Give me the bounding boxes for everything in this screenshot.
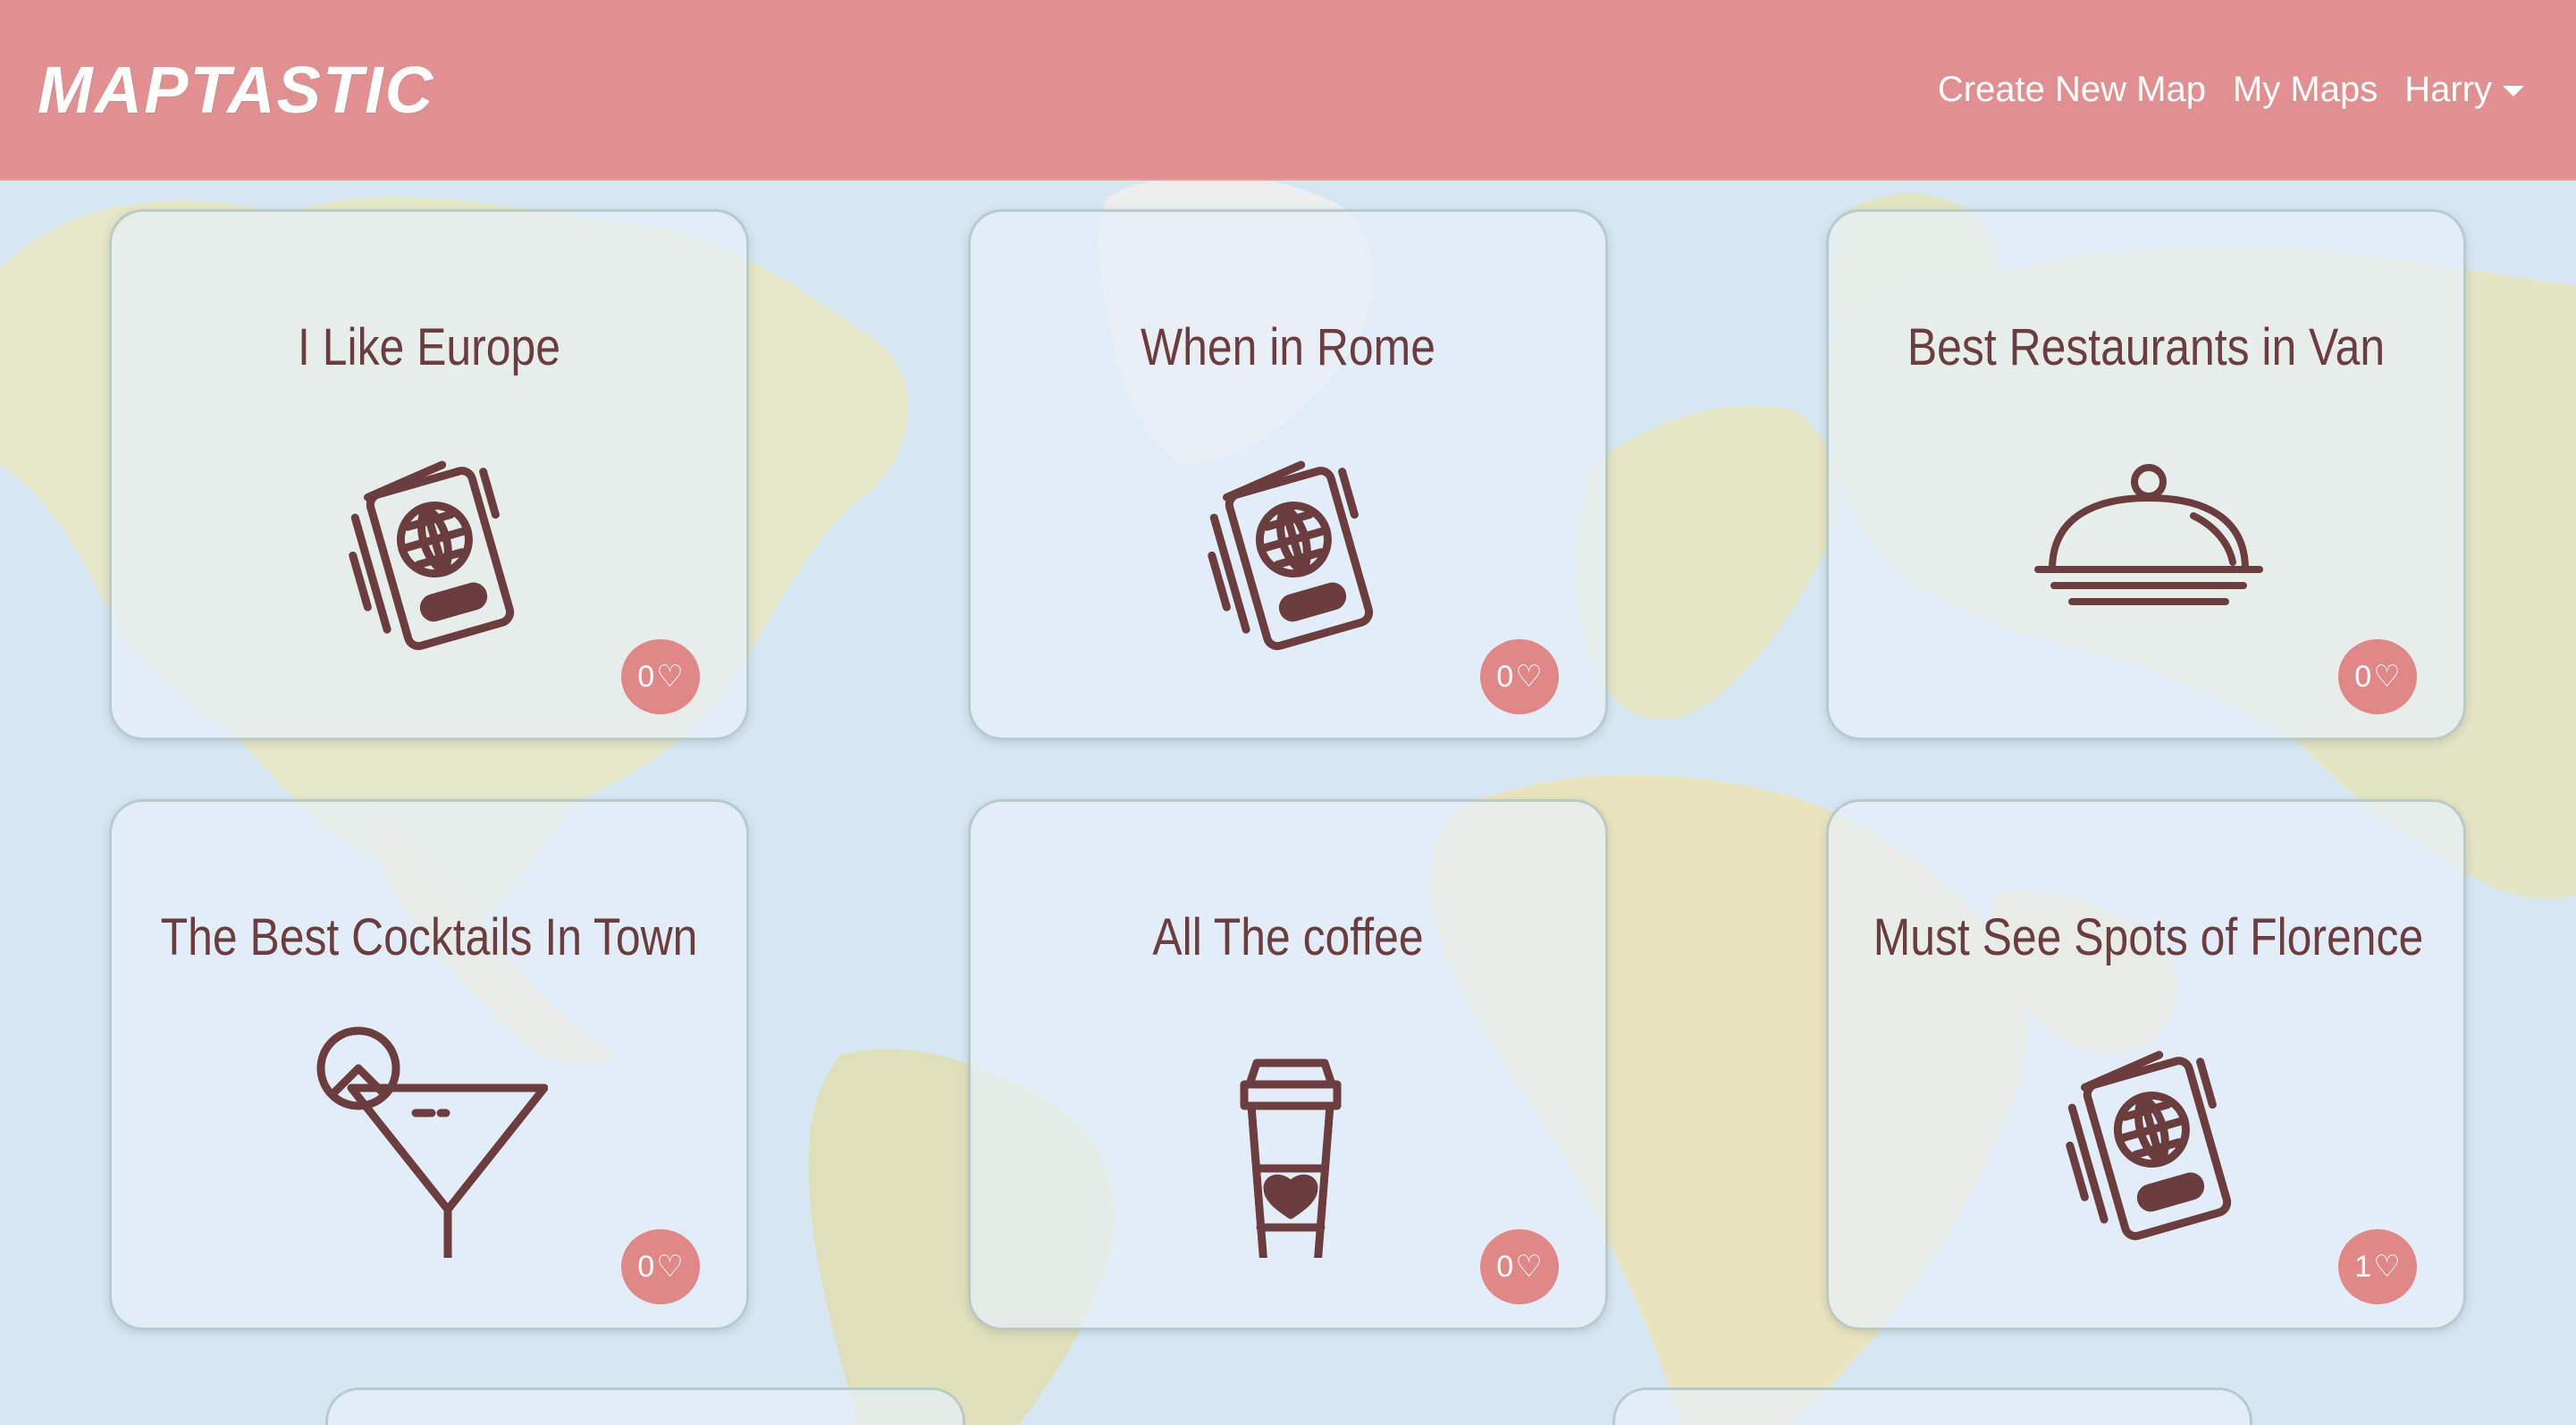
like-count: 0 (2354, 659, 2372, 694)
like-button[interactable]: 0 ♡ (621, 1229, 700, 1304)
chevron-down-icon (2503, 86, 2524, 97)
map-card[interactable]: I Like Europe 0 ♡ (109, 209, 749, 740)
like-button[interactable]: 1 ♡ (2338, 1229, 2417, 1304)
cloche-icon (2034, 464, 2263, 605)
passport-icon (1208, 460, 1374, 651)
card-title: All The coffee (1152, 908, 1424, 966)
user-name: Harry (2404, 69, 2492, 109)
like-button[interactable]: 0 ♡ (1480, 639, 1559, 714)
like-button[interactable]: 0 ♡ (2338, 639, 2417, 714)
card-title: When in Rome (1141, 318, 1435, 376)
like-count: 0 (1496, 659, 1514, 694)
card-title: I Like Europe (298, 318, 560, 376)
heart-icon: ♡ (2373, 1250, 2401, 1284)
create-new-map-link[interactable]: Create New Map (1938, 70, 2206, 110)
top-navbar: MAPTASTIC Create New Map My Maps Harry (0, 0, 2576, 181)
like-button[interactable]: 0 ♡ (1480, 1229, 1559, 1304)
card-title: The Best Cocktails In Town (160, 908, 698, 966)
coffee-cup-icon (1240, 1058, 1342, 1258)
map-card-partial[interactable] (325, 1387, 965, 1425)
like-count: 0 (1496, 1249, 1514, 1284)
like-count: 1 (2354, 1249, 2372, 1284)
map-card[interactable]: When in Rome 0 ♡ (968, 209, 1608, 740)
my-maps-link[interactable]: My Maps (2233, 70, 2378, 110)
heart-icon: ♡ (2373, 660, 2401, 694)
like-count: 0 (637, 659, 655, 694)
heart-icon: ♡ (1515, 1250, 1543, 1284)
brand-logo[interactable]: MAPTASTIC (38, 52, 434, 128)
nav-links: Create New Map My Maps Harry (1938, 70, 2524, 110)
card-title: Best Restaurants in Van (1907, 318, 2386, 376)
heart-icon: ♡ (656, 1250, 684, 1284)
heart-icon: ♡ (1515, 660, 1543, 694)
map-card[interactable]: Best Restaurants in Van 0 ♡ (1826, 209, 2466, 740)
card-title: Must See Spots of Florence (1873, 908, 2424, 966)
maps-grid: I Like Europe 0 ♡ When in Rome 0 ♡ Best … (0, 0, 2576, 1425)
user-menu-dropdown[interactable]: Harry (2404, 70, 2524, 110)
map-card-partial[interactable] (1612, 1387, 2252, 1425)
map-card[interactable]: The Best Cocktails In Town 0 ♡ (109, 799, 749, 1330)
map-card[interactable]: Must See Spots of Florence 1 ♡ (1826, 799, 2466, 1330)
passport-icon (349, 460, 515, 651)
heart-icon: ♡ (656, 660, 684, 694)
cocktail-icon (316, 1026, 548, 1258)
passport-icon (2066, 1050, 2232, 1241)
like-count: 0 (637, 1249, 655, 1284)
like-button[interactable]: 0 ♡ (621, 639, 700, 714)
map-card[interactable]: All The coffee 0 ♡ (968, 799, 1608, 1330)
